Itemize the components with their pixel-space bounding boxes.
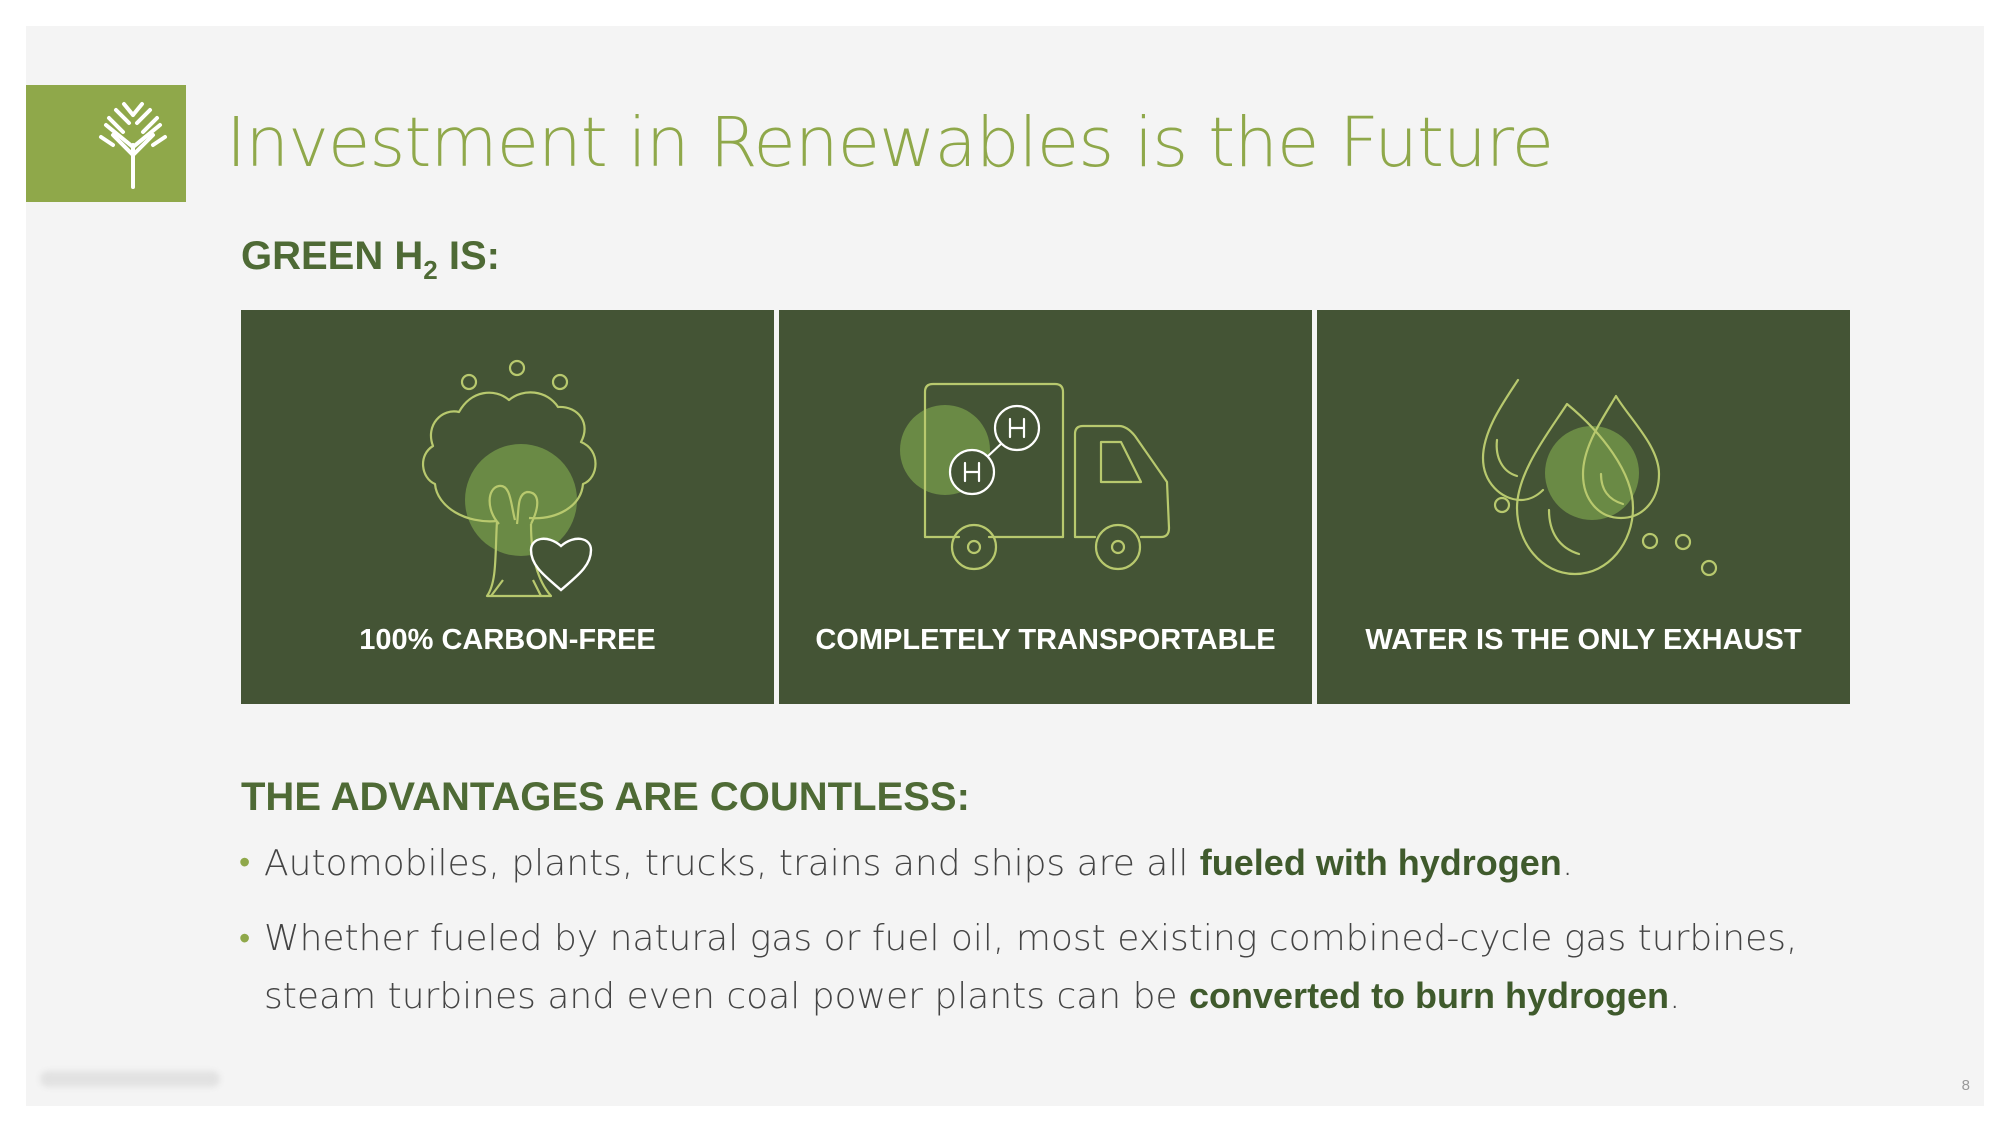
bullet-end: . xyxy=(1669,976,1681,1017)
tile-label: WATER IS THE ONLY EXHAUST xyxy=(1365,624,1802,656)
bullet-emphasis: fueled with hydrogen xyxy=(1199,842,1562,883)
advantages-list: • Automobiles, plants, trucks, trains and… xyxy=(239,834,1859,1043)
tree-logo-icon xyxy=(99,102,167,189)
tile-label: COMPLETELY TRANSPORTABLE xyxy=(815,624,1276,656)
tile-water-exhaust: WATER IS THE ONLY EXHAUST xyxy=(1317,310,1850,704)
list-item: • Automobiles, plants, trucks, trains and… xyxy=(239,834,1859,892)
tile-carbon-free: 100% CARBON-FREE xyxy=(241,310,774,704)
bullet-emphasis: converted to burn hydrogen xyxy=(1189,975,1670,1016)
logo xyxy=(26,85,186,202)
bullet-end: . xyxy=(1561,843,1574,884)
bullet-dot: • xyxy=(239,919,251,957)
heading-subscript: 2 xyxy=(423,255,438,285)
footer-text xyxy=(40,1071,220,1087)
page-number: 8 xyxy=(1961,1077,1970,1094)
green-h2-heading: GREEN H2 IS: xyxy=(241,234,500,286)
list-item: • Whether fueled by natural gas or fuel o… xyxy=(239,910,1859,1025)
advantages-heading: THE ADVANTAGES ARE COUNTLESS: xyxy=(241,775,970,819)
heading-suffix: IS: xyxy=(437,234,500,278)
bullet-text: Automobiles, plants, trucks, trains and … xyxy=(264,843,1200,884)
slide-title: Investment in Renewables is the Future xyxy=(226,103,1554,183)
tile-transportable: COMPLETELY TRANSPORTABLE xyxy=(779,310,1312,704)
tile-label: 100% CARBON-FREE xyxy=(359,624,656,656)
bullet-dot: • xyxy=(239,843,251,881)
heading-prefix: GREEN H xyxy=(241,234,424,278)
slide: Investment in Renewables is the Future G… xyxy=(26,26,1984,1106)
